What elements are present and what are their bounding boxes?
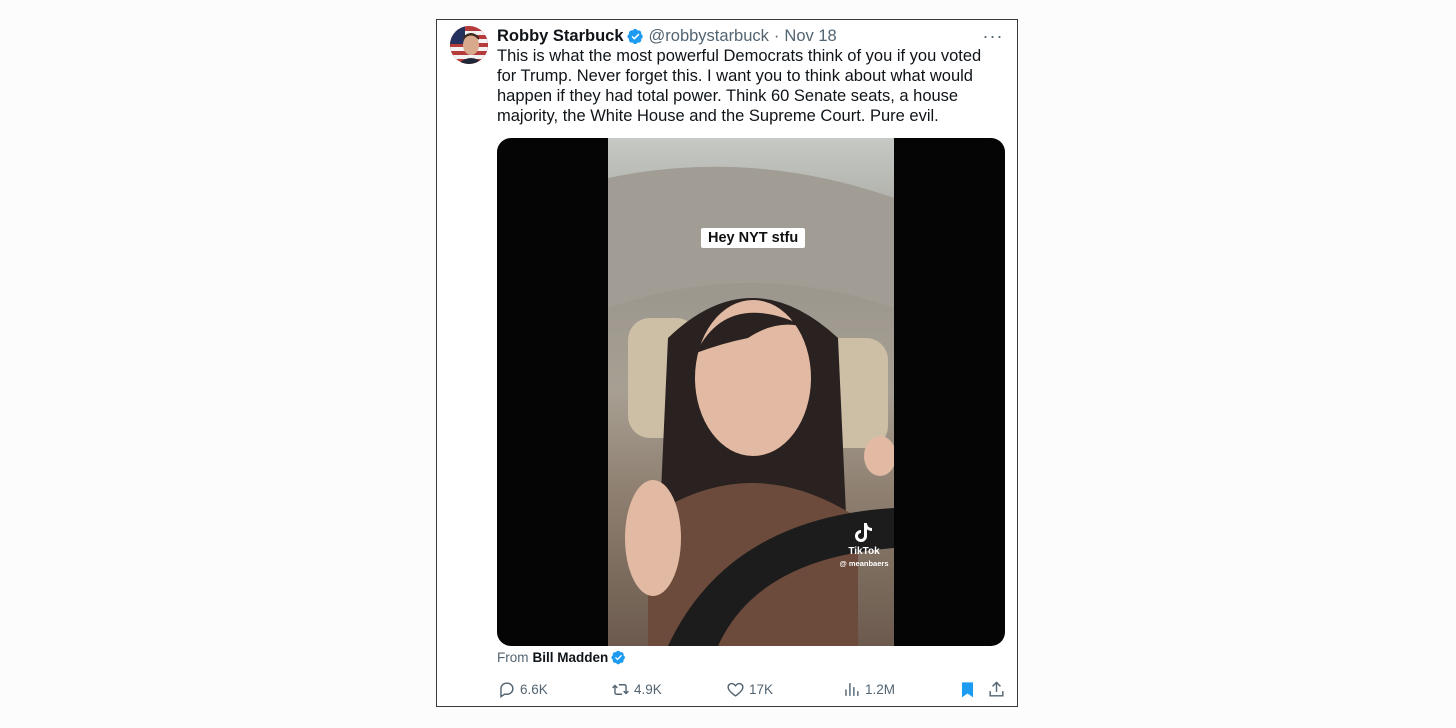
- bookmark-button[interactable]: [957, 678, 977, 700]
- tweet-card[interactable]: Robby Starbuck @robbystarbuck · Nov 18 ·…: [436, 19, 1018, 707]
- author-avatar[interactable]: [450, 26, 488, 64]
- attribution-prefix: From: [497, 650, 529, 665]
- repost-icon: [612, 683, 629, 695]
- views-button[interactable]: 1.2M: [842, 678, 895, 700]
- bookmark-icon: [961, 681, 973, 697]
- action-bar: 6.6K 4.9K 17K 1.2M: [497, 678, 1007, 700]
- video-player[interactable]: Hey NYT stfu TikTok @ meanbaers: [497, 138, 1005, 646]
- avatar-image: [450, 26, 488, 64]
- like-button[interactable]: 17K: [726, 678, 773, 700]
- tiktok-watermark: TikTok @ meanbaers: [834, 522, 894, 570]
- analytics-icon: [845, 682, 859, 696]
- video-caption: Hey NYT stfu: [701, 228, 806, 248]
- tweet-date[interactable]: Nov 18: [784, 27, 836, 46]
- reply-button[interactable]: 6.6K: [497, 678, 548, 700]
- author-name[interactable]: Robby Starbuck: [497, 27, 624, 46]
- verified-badge-icon: [611, 650, 626, 665]
- tweet-text: This is what the most powerful Democrats…: [497, 47, 982, 125]
- tweet-header: Robby Starbuck @robbystarbuck · Nov 18 ·…: [497, 25, 1003, 47]
- attribution-name[interactable]: Bill Madden: [533, 650, 609, 665]
- author-handle[interactable]: @robbystarbuck: [649, 27, 769, 46]
- share-button[interactable]: [986, 678, 1006, 700]
- views-count: 1.2M: [865, 681, 896, 697]
- tiktok-logo-icon: [855, 523, 872, 542]
- reply-count: 6.6K: [520, 681, 548, 697]
- verified-badge-icon: [626, 28, 644, 45]
- more-options-icon[interactable]: ···: [983, 25, 1003, 47]
- repost-count: 4.9K: [634, 681, 662, 697]
- share-icon: [988, 680, 1004, 697]
- separator-dot: ·: [773, 26, 780, 45]
- like-count: 17K: [749, 681, 774, 697]
- video-attribution: From Bill Madden: [497, 650, 626, 665]
- repost-button[interactable]: 4.9K: [611, 678, 662, 700]
- video-frame: Hey NYT stfu TikTok @ meanbaers: [608, 138, 894, 646]
- heart-icon: [727, 682, 744, 697]
- tiktok-brand: TikTok: [848, 546, 880, 557]
- reply-icon: [500, 681, 514, 698]
- tiktok-handle: @ meanbaers: [839, 559, 889, 568]
